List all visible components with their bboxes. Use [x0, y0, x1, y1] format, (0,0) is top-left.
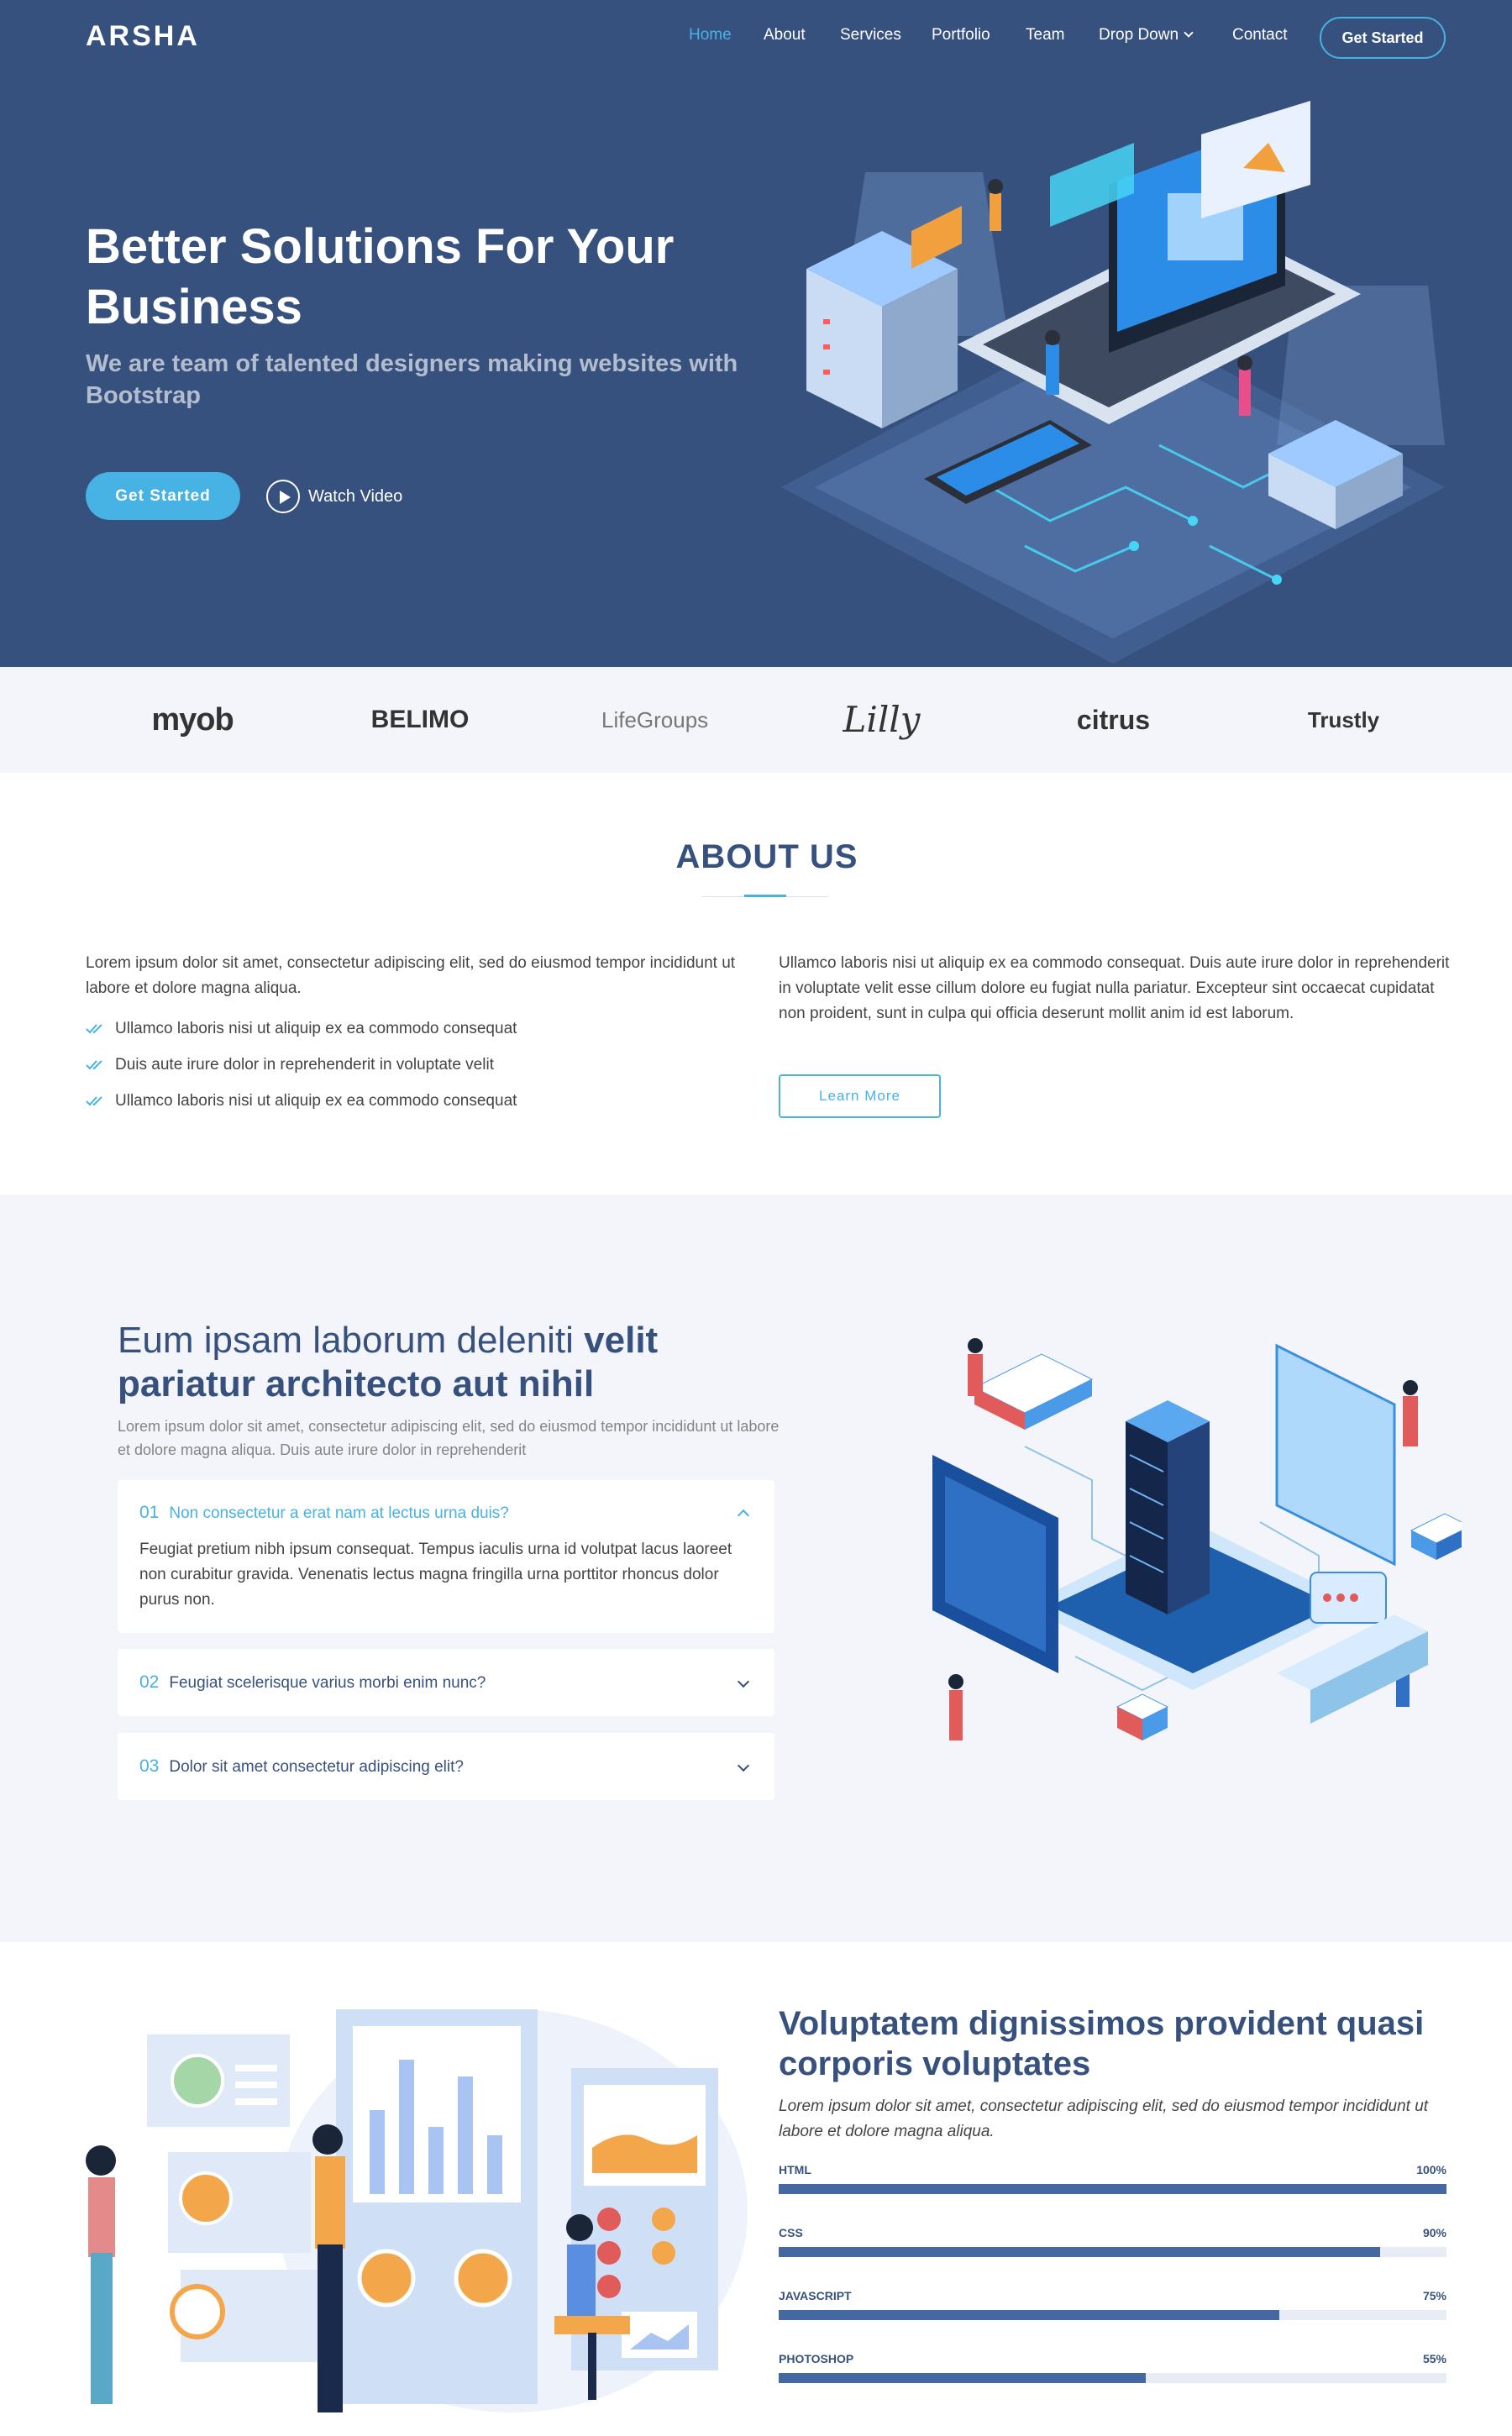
about-check-list: Ullamco laboris nisi ut aliquip ex ea co…	[86, 1016, 741, 1125]
faq-question[interactable]: 02 Feugiat scelerisque varius morbi enim …	[139, 1649, 486, 1716]
faq-number: 01	[139, 1503, 160, 1522]
chevron-down-icon	[1184, 28, 1194, 38]
client-logo-lifegroups: LifeGroups	[601, 707, 709, 732]
nav-item-dropdown-label: Drop Down	[1099, 26, 1179, 44]
hero-get-started-button[interactable]: Get Started	[86, 472, 240, 520]
skill-value: 90%	[1422, 2226, 1446, 2239]
progress-track	[779, 2310, 1446, 2320]
skill-value: 100%	[1416, 2163, 1446, 2176]
list-item-text: Ullamco laboris nisi ut aliquip ex ea co…	[115, 1020, 517, 1037]
nav-item-services[interactable]: Services	[840, 26, 901, 45]
skill-bar-html: HTML 100%	[779, 2163, 1446, 2197]
why-us-isometric-illustration	[932, 1338, 1462, 1740]
hero-isometric-illustration	[781, 101, 1445, 664]
skill-name: PHOTOSHOP	[779, 2352, 854, 2365]
faq-question[interactable]: 03 Dolor sit amet consectetur adipiscing …	[139, 1733, 464, 1800]
faq-question-text: Non consectetur a erat nam at lectus urn…	[169, 1504, 509, 1522]
double-check-icon	[86, 1096, 102, 1106]
skill-value: 75%	[1422, 2289, 1446, 2302]
faq-answer: Feugiat pretium nibh ipsum consequat. Te…	[139, 1541, 732, 1609]
site-logo[interactable]: ARSHA	[86, 20, 200, 53]
skill-name: JAVASCRIPT	[779, 2289, 852, 2302]
list-item-text: Duis aute irure dolor in reprehenderit i…	[115, 1056, 494, 1074]
list-item: Duis aute irure dolor in reprehenderit i…	[86, 1053, 741, 1089]
progress-track	[779, 2373, 1446, 2383]
nav-item-team[interactable]: Team	[1026, 26, 1064, 45]
progress-track	[779, 2184, 1446, 2194]
skills-illustration	[86, 2009, 748, 2412]
about-text: Ullamco laboris nisi ut aliquip ex ea co…	[779, 954, 1450, 1022]
faq-question-text: Dolor sit amet consectetur adipiscing el…	[169, 1758, 464, 1776]
client-logo-belimo: BELIMO	[370, 706, 470, 733]
nav-item-home[interactable]: Home	[689, 26, 732, 45]
why-us-text: Lorem ipsum dolor sit amet, consectetur …	[118, 1418, 780, 1458]
nav-item-dropdown[interactable]: Drop Down	[1099, 26, 1194, 45]
why-us-title-light: Eum ipsam laborum deleniti	[118, 1320, 574, 1361]
client-logo-citrus: citrus	[1076, 705, 1151, 735]
play-circle-icon	[266, 480, 300, 513]
client-logo-lilly: Lilly	[843, 699, 921, 740]
double-check-icon	[86, 1060, 102, 1070]
faq-question[interactable]: 01 Non consectetur a erat nam at lectus u…	[139, 1480, 509, 1546]
list-item: Ullamco laboris nisi ut aliquip ex ea co…	[86, 1089, 741, 1125]
double-check-icon	[86, 1024, 102, 1034]
about-title: ABOUT US	[675, 838, 858, 875]
title-underline-accent	[744, 895, 786, 897]
skills-section: Voluptatem dignissimos provident quasi c…	[0, 1942, 1512, 2436]
progress-track	[779, 2247, 1446, 2257]
progress-fill	[779, 2247, 1380, 2257]
learn-more-button[interactable]: Learn More	[779, 1074, 941, 1118]
client-logo-myob: myob	[151, 702, 234, 738]
nav-item-portfolio[interactable]: Portfolio	[932, 26, 990, 45]
client-logo-trustly: Trustly	[1307, 707, 1380, 732]
faq-item-1[interactable]: 01 Non consectetur a erat nam at lectus u…	[118, 1480, 774, 1633]
skills-text: Lorem ipsum dolor sit amet, consectetur …	[779, 2097, 1429, 2140]
faq-item-3[interactable]: 03 Dolor sit amet consectetur adipiscing …	[118, 1733, 774, 1800]
list-item: Ullamco laboris nisi ut aliquip ex ea co…	[86, 1016, 741, 1053]
header-get-started-button[interactable]: Get Started	[1320, 17, 1446, 59]
faq-number: 02	[139, 1672, 160, 1692]
about-intro: Lorem ipsum dolor sit amet, consectetur …	[86, 954, 736, 997]
skill-bar-photoshop: PHOTOSHOP 55%	[779, 2352, 1446, 2386]
skill-value: 55%	[1422, 2352, 1446, 2365]
chevron-up-icon[interactable]	[737, 1509, 750, 1522]
clients-strip: myob BELIMO LifeGroups Lilly citrus Trus…	[0, 667, 1512, 773]
faq-number: 03	[139, 1756, 160, 1776]
skill-name: CSS	[779, 2226, 803, 2239]
faq-question-text: Feugiat scelerisque varius morbi enim nu…	[169, 1674, 486, 1692]
nav-item-contact[interactable]: Contact	[1232, 26, 1287, 45]
nav-item-about[interactable]: About	[764, 26, 806, 45]
hero-subtitle: We are team of talented designers making…	[86, 350, 738, 409]
chevron-down-icon[interactable]	[737, 1759, 750, 1772]
faq-item-2[interactable]: 02 Feugiat scelerisque varius morbi enim …	[118, 1649, 774, 1716]
skills-title: Voluptatem dignissimos provident quasi c…	[779, 2005, 1425, 2082]
skill-bar-javascript: JAVASCRIPT 75%	[779, 2289, 1446, 2323]
progress-fill	[779, 2184, 1446, 2194]
progress-fill	[779, 2310, 1280, 2320]
about-section: ABOUT US Lorem ipsum dolor sit amet, con…	[0, 773, 1512, 1194]
skill-name: HTML	[779, 2163, 811, 2176]
watch-video-label: Watch Video	[308, 487, 403, 506]
chevron-down-icon[interactable]	[737, 1675, 750, 1688]
why-us-section: Eum ipsam laborum deleniti velit pariatu…	[0, 1194, 1512, 1942]
why-us-title: Eum ipsam laborum deleniti velit pariatu…	[118, 1319, 790, 1406]
list-item-text: Ullamco laboris nisi ut aliquip ex ea co…	[115, 1092, 517, 1110]
skill-bar-css: CSS 90%	[779, 2226, 1446, 2260]
hero-section: ARSHA Home About Services Portfolio Team…	[0, 0, 1512, 667]
top-navbar: ARSHA Home About Services Portfolio Team…	[0, 0, 1512, 76]
hero-title: Better Solutions For Your Business	[86, 219, 675, 334]
progress-fill	[779, 2373, 1147, 2383]
